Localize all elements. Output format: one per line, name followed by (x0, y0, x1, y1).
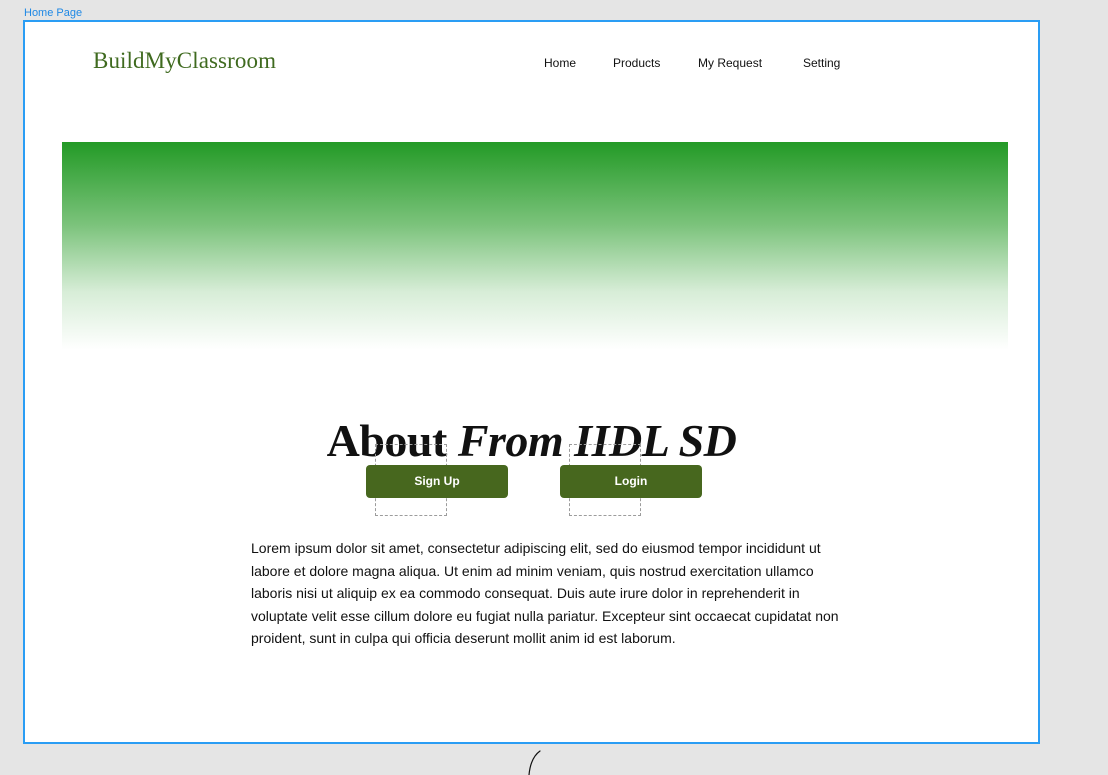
sign-up-button[interactable]: Sign Up (366, 465, 508, 498)
nav-home-link[interactable]: Home (544, 56, 576, 70)
login-button[interactable]: Login (560, 465, 702, 498)
top-navigation: Home Products My Request Setting (25, 56, 1038, 72)
page-headline: About From IIDL SD (25, 415, 1038, 467)
design-canvas: Home Page BuildMyClassroom Home Products… (0, 0, 1108, 775)
home-page-frame: BuildMyClassroom Home Products My Reques… (23, 20, 1040, 744)
nav-my-request-link[interactable]: My Request (698, 56, 762, 70)
nav-setting-link[interactable]: Setting (803, 56, 840, 70)
about-paragraph: Lorem ipsum dolor sit amet, consectetur … (251, 540, 839, 647)
nav-products-link[interactable]: Products (613, 56, 660, 70)
hero-gradient-banner (62, 142, 1008, 350)
cursor-stroke-icon (528, 750, 541, 775)
frame-label[interactable]: Home Page (24, 7, 82, 19)
